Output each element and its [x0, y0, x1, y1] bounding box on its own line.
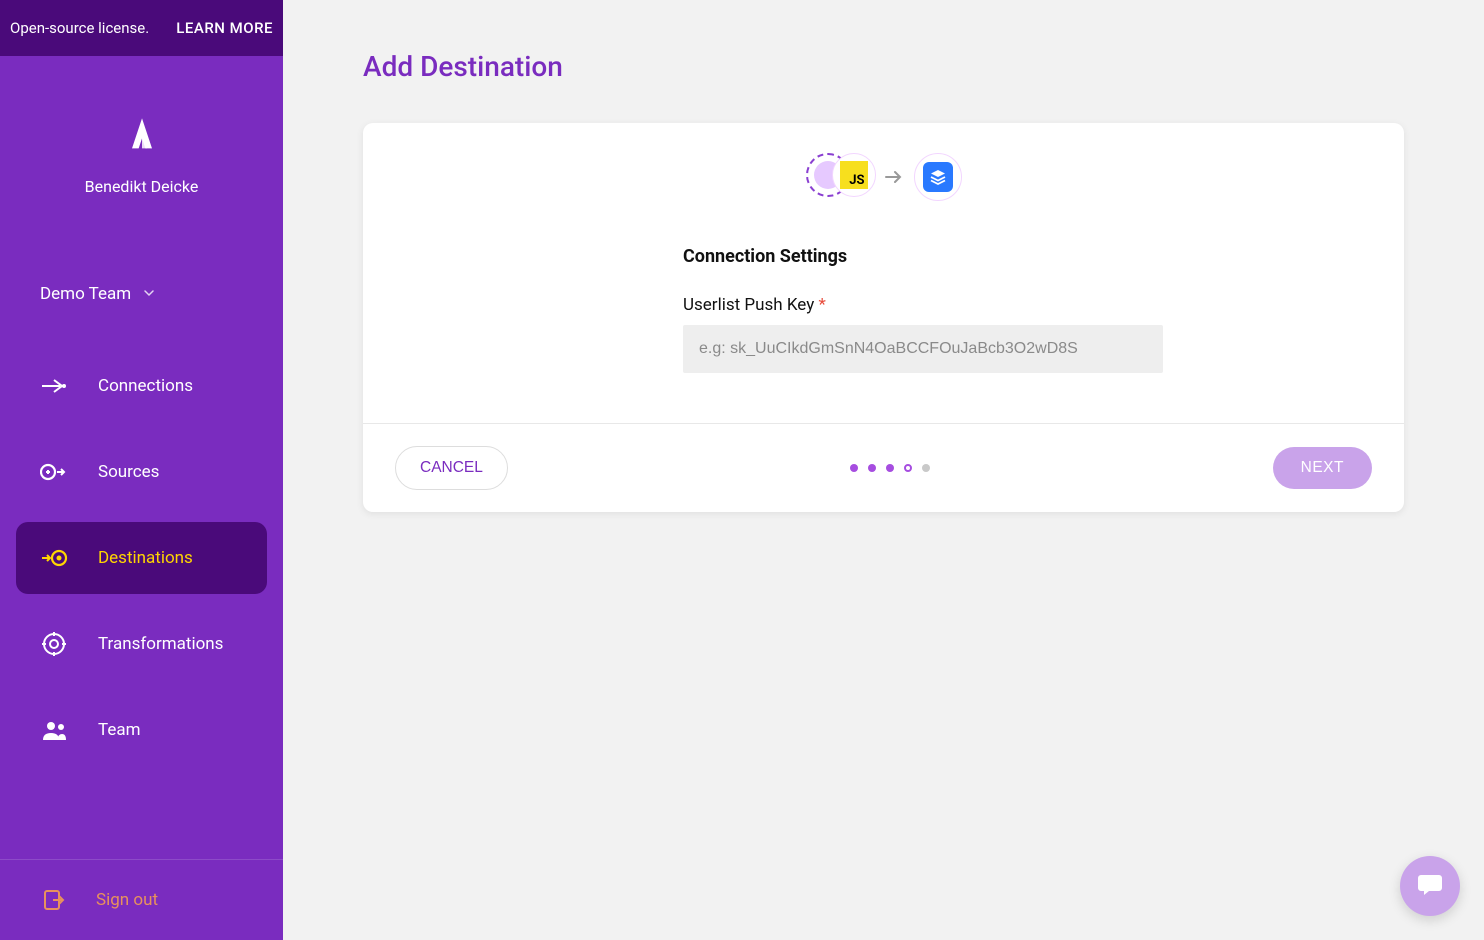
nav-item-label: Team [98, 720, 141, 740]
sidebar-footer: Sign out [0, 859, 283, 940]
step-dot-current [904, 464, 912, 472]
field-label-text: Userlist Push Key [683, 295, 814, 315]
card-body: JS Connection Set [363, 123, 1404, 423]
transformations-icon [40, 630, 68, 658]
nav-item-label: Sources [98, 462, 159, 482]
app-logo-icon [118, 111, 166, 159]
user-name: Benedikt Deicke [85, 177, 199, 196]
learn-more-link[interactable]: LEARN MORE [176, 19, 273, 37]
logo-section: Benedikt Deicke [0, 56, 283, 196]
page-title: Add Destination [363, 50, 1404, 83]
chat-widget-button[interactable] [1400, 856, 1460, 916]
license-banner: Open-source license. LEARN MORE [0, 0, 283, 56]
flow-diagram: JS [403, 153, 1364, 201]
step-dot [868, 464, 876, 472]
sidebar: Open-source license. LEARN MORE Benedikt… [0, 0, 283, 940]
team-selector[interactable]: Demo Team [0, 266, 283, 322]
sidebar-item-sources[interactable]: Sources [16, 436, 267, 508]
step-indicator [850, 464, 930, 472]
connections-icon [40, 372, 68, 400]
chat-icon [1415, 869, 1445, 903]
arrow-right-icon [884, 165, 904, 189]
license-text: Open-source license. [10, 19, 149, 37]
destinations-icon [40, 544, 68, 572]
sidebar-item-destinations[interactable]: Destinations [16, 522, 267, 594]
nav-item-label: Connections [98, 376, 193, 396]
team-icon [40, 716, 68, 744]
destination-form-card: JS Connection Set [363, 123, 1404, 512]
section-heading: Connection Settings [683, 246, 1163, 267]
js-badge: JS [840, 161, 868, 189]
signout-label: Sign out [96, 890, 158, 910]
main-content: Add Destination JS [283, 0, 1484, 940]
sources-icon [40, 458, 68, 486]
step-dot [850, 464, 858, 472]
source-js-icon: JS [832, 153, 876, 197]
field-label: Userlist Push Key * [683, 295, 1163, 315]
signout-button[interactable]: Sign out [0, 860, 283, 940]
signout-icon [42, 888, 66, 912]
destination-icon [914, 153, 962, 201]
nav-item-label: Destinations [98, 548, 193, 568]
nav: Connections Sources Destinations [0, 350, 283, 766]
team-selector-label: Demo Team [40, 284, 131, 304]
source-group: JS [806, 153, 874, 201]
form-area: Connection Settings Userlist Push Key * [683, 246, 1163, 373]
stack-icon [923, 162, 953, 192]
required-marker: * [818, 295, 825, 315]
step-dot [922, 464, 930, 472]
nav-item-label: Transformations [98, 634, 223, 654]
card-footer: CANCEL NEXT [363, 423, 1404, 512]
step-dot [886, 464, 894, 472]
cancel-button[interactable]: CANCEL [395, 446, 508, 490]
sidebar-item-team[interactable]: Team [16, 694, 267, 766]
next-button[interactable]: NEXT [1273, 447, 1372, 489]
sidebar-item-transformations[interactable]: Transformations [16, 608, 267, 680]
push-key-input[interactable] [683, 325, 1163, 373]
chevron-down-icon [143, 287, 155, 302]
sidebar-item-connections[interactable]: Connections [16, 350, 267, 422]
